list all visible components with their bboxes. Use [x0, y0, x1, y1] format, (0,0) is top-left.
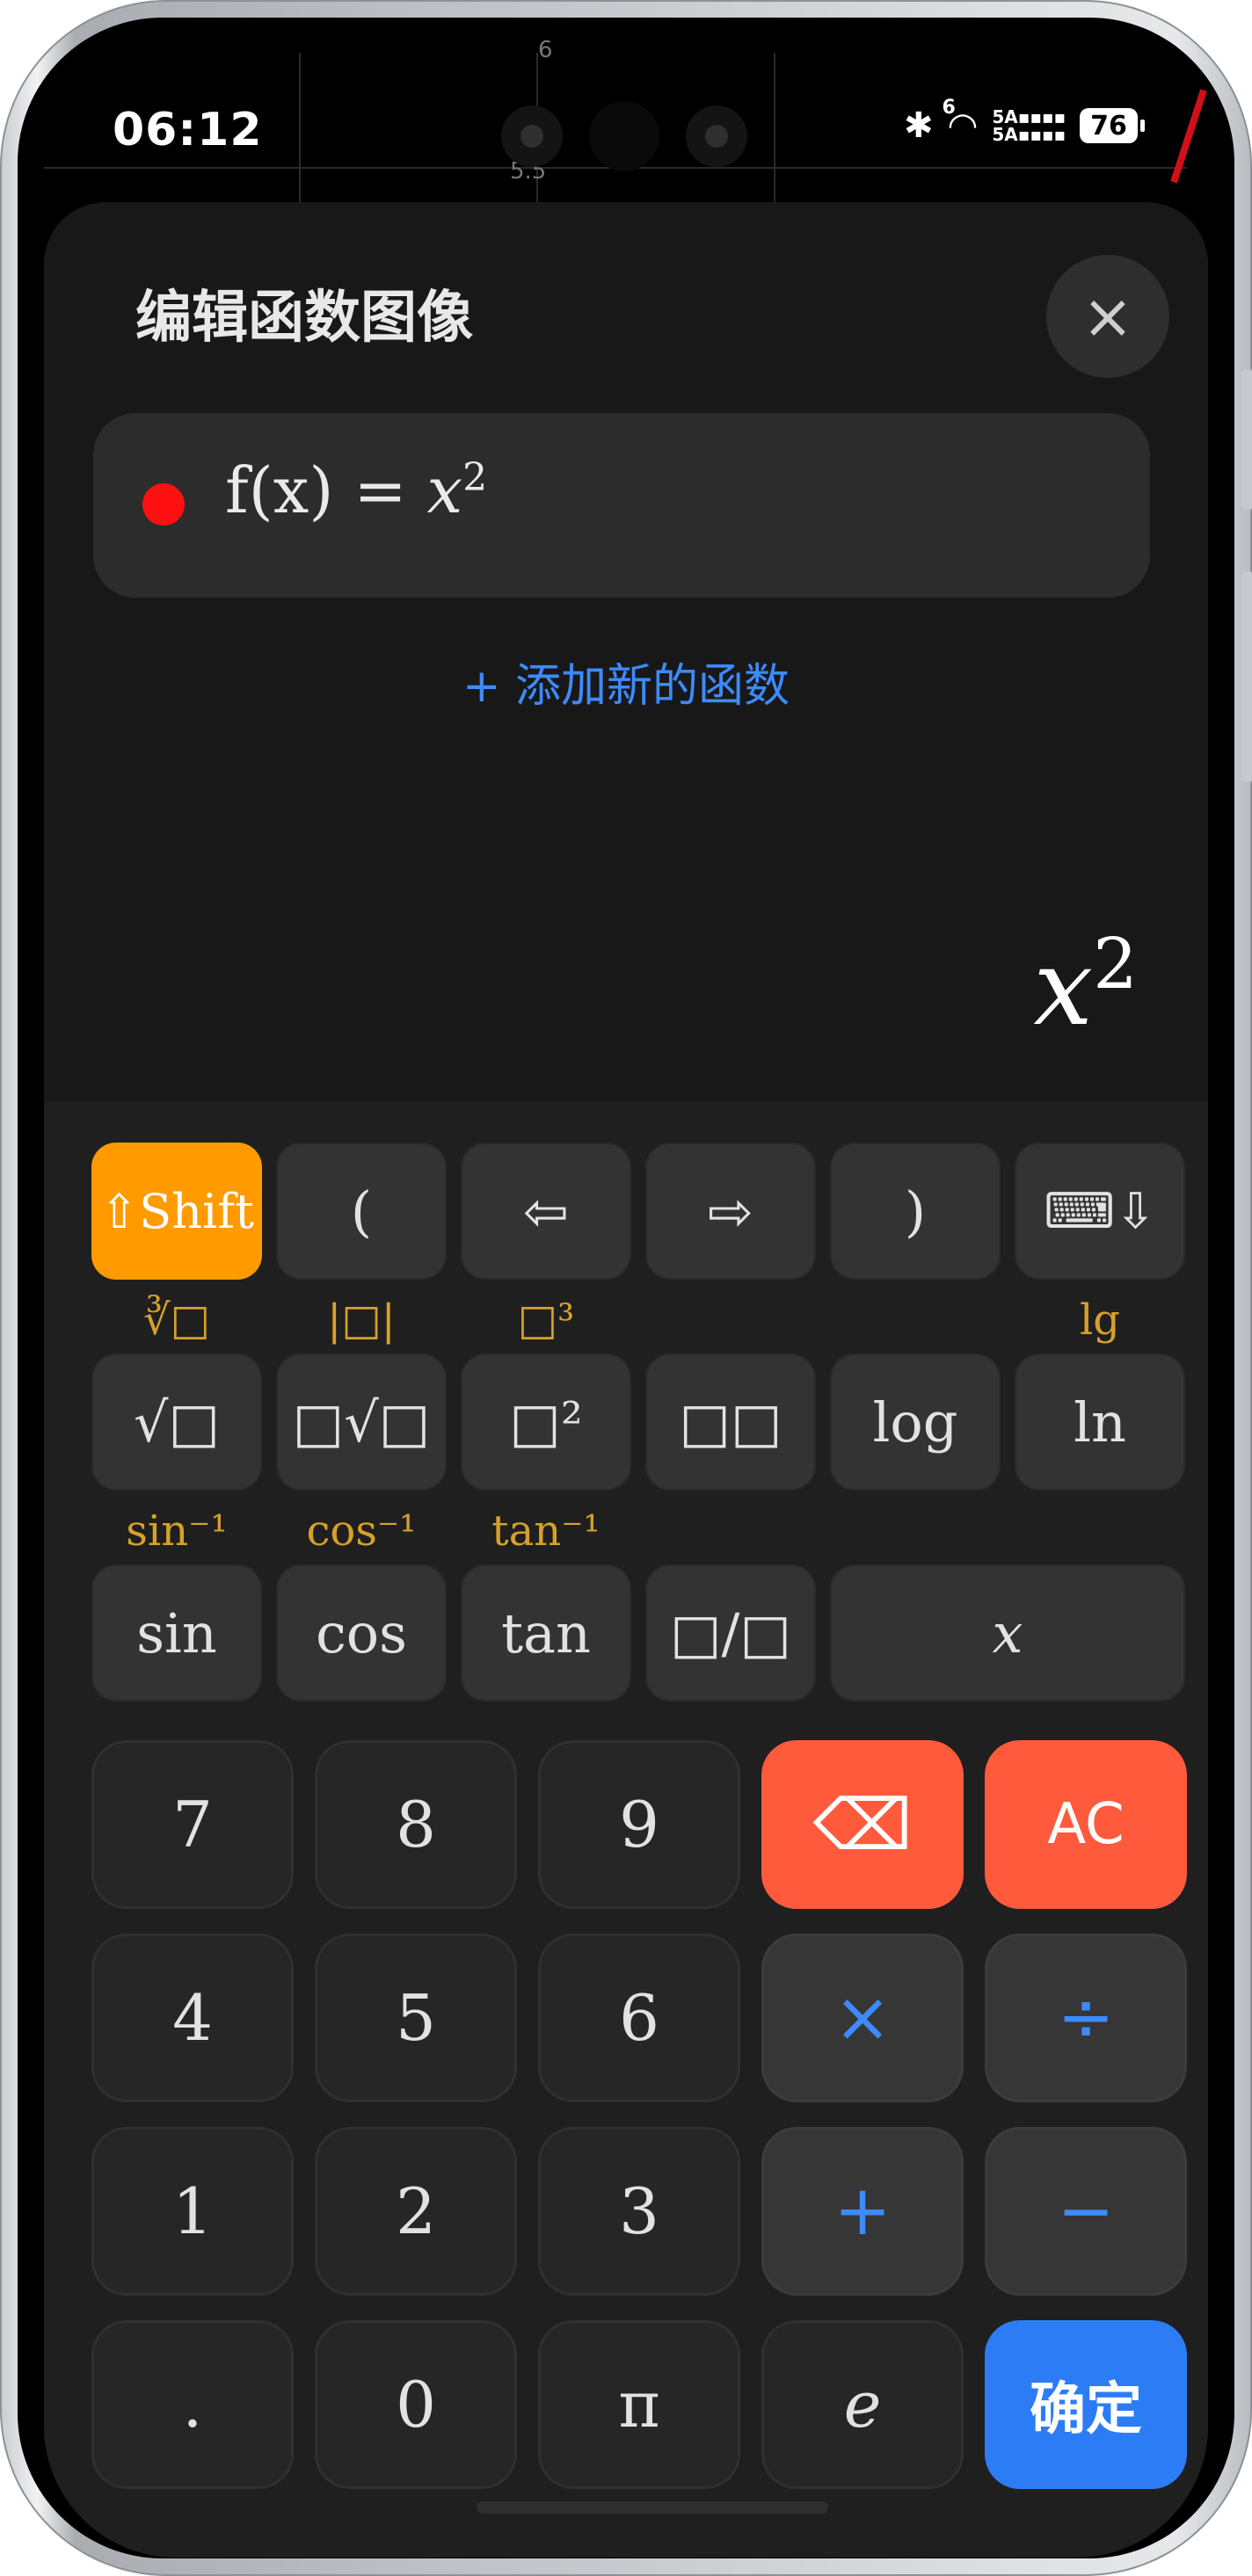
digit-5-key[interactable]: 5 [315, 1934, 517, 2102]
euler-e-key[interactable]: e [761, 2320, 964, 2489]
bluetooth-icon: ✱ [903, 105, 934, 146]
front-camera [589, 101, 659, 171]
confirm-button[interactable]: 确定 [985, 2320, 1187, 2489]
shift-label-arccos: cos⁻¹ [306, 1506, 417, 1556]
function-entry[interactable]: f(x) = x2 [93, 413, 1150, 598]
screen: 6 5.5 06:12 ✱ 6 ◠ 5A▪▪▪▪ 5A▪▪▪▪ 76 编辑函数图像 [18, 18, 1234, 2558]
cellular-signal-icon: 5A▪▪▪▪ 5A▪▪▪▪ [992, 106, 1066, 145]
variable-x-key[interactable]: x [830, 1564, 1185, 1702]
digit-8-key[interactable]: 8 [315, 1740, 517, 1909]
sin-key[interactable]: sin [91, 1564, 262, 1702]
shift-label-abs: |□| [327, 1295, 396, 1345]
digit-6-key[interactable]: 6 [538, 1934, 740, 2102]
backspace-key[interactable]: ⌫ [761, 1740, 964, 1909]
digit-9-key[interactable]: 9 [538, 1740, 740, 1909]
digit-3-key[interactable]: 3 [538, 2127, 740, 2296]
digit-1-key[interactable]: 1 [91, 2127, 294, 2296]
pi-key[interactable]: π [538, 2320, 740, 2489]
add-function-link[interactable]: + 添加新的函数 [44, 649, 1208, 715]
close-button[interactable]: × [1046, 255, 1169, 378]
status-icons: ✱ 6 ◠ 5A▪▪▪▪ 5A▪▪▪▪ 76 [903, 97, 1145, 146]
power-button [1241, 571, 1252, 782]
sheet-title: 编辑函数图像 [135, 286, 473, 351]
cursor-right-key[interactable]: ⇨ [645, 1143, 816, 1280]
hide-keyboard-key[interactable]: ⌨⇩ [1015, 1143, 1185, 1280]
sqrt-key[interactable]: √□ [91, 1353, 262, 1491]
wifi-icon: 6 ◠ [942, 97, 979, 146]
expression-preview: x2 [1033, 923, 1138, 1049]
shift-label-arcsin: sin⁻¹ [126, 1506, 228, 1556]
volume-button [1241, 369, 1252, 510]
sensor-icon [501, 105, 563, 167]
decimal-point-key[interactable]: . [91, 2320, 294, 2489]
fraction-key[interactable]: □/□ [645, 1564, 816, 1702]
close-icon: × [1081, 280, 1134, 352]
multiply-key[interactable]: × [761, 1934, 964, 2102]
function-color-dot [142, 483, 185, 526]
sensor-icon [686, 105, 747, 167]
battery-icon: 76 [1080, 108, 1145, 143]
shift-key[interactable]: ⇧Shift [91, 1143, 262, 1280]
cos-key[interactable]: cos [276, 1564, 447, 1702]
close-paren-key[interactable]: ) [830, 1143, 1001, 1280]
shift-label-cube: □³ [517, 1295, 575, 1345]
home-indicator[interactable] [477, 2501, 828, 2514]
ln-key[interactable]: ln [1015, 1353, 1185, 1491]
all-clear-key[interactable]: AC [985, 1740, 1187, 1909]
divide-key[interactable]: ÷ [985, 1934, 1187, 2102]
open-paren-key[interactable]: ( [276, 1143, 447, 1280]
log-key[interactable]: log [830, 1353, 1001, 1491]
cursor-left-key[interactable]: ⇦ [461, 1143, 631, 1280]
shift-label-arctan: tan⁻¹ [491, 1506, 601, 1556]
status-bar: 06:12 ✱ 6 ◠ 5A▪▪▪▪ 5A▪▪▪▪ 76 [18, 18, 1234, 171]
edit-function-sheet: 编辑函数图像 × f(x) = x2 + 添加新的函数 x2 ⇧Shift ( … [44, 202, 1208, 2558]
shift-label-lg: lg [1079, 1295, 1121, 1345]
function-expression: f(x) = x2 [225, 454, 488, 527]
nth-root-key[interactable]: □√□ [276, 1353, 447, 1491]
minus-key[interactable]: − [985, 2127, 1187, 2296]
digit-0-key[interactable]: 0 [315, 2320, 517, 2489]
digit-4-key[interactable]: 4 [91, 1934, 294, 2102]
shift-label-cbrt: ∛□ [143, 1295, 210, 1345]
power-key[interactable]: □□ [645, 1353, 816, 1491]
plus-key[interactable]: + [761, 2127, 964, 2296]
square-key[interactable]: □² [461, 1353, 631, 1491]
digit-7-key[interactable]: 7 [91, 1740, 294, 1909]
math-keyboard: ⇧Shift ( ⇦ ⇨ ) ⌨⇩ ∛□ |□| □³ lg √□ □√□ □²… [44, 1102, 1208, 2558]
digit-2-key[interactable]: 2 [315, 2127, 517, 2296]
status-time: 06:12 [113, 104, 263, 156]
phone-frame: 6 5.5 06:12 ✱ 6 ◠ 5A▪▪▪▪ 5A▪▪▪▪ 76 编辑函数图像 [0, 0, 1252, 2576]
tan-key[interactable]: tan [461, 1564, 631, 1702]
